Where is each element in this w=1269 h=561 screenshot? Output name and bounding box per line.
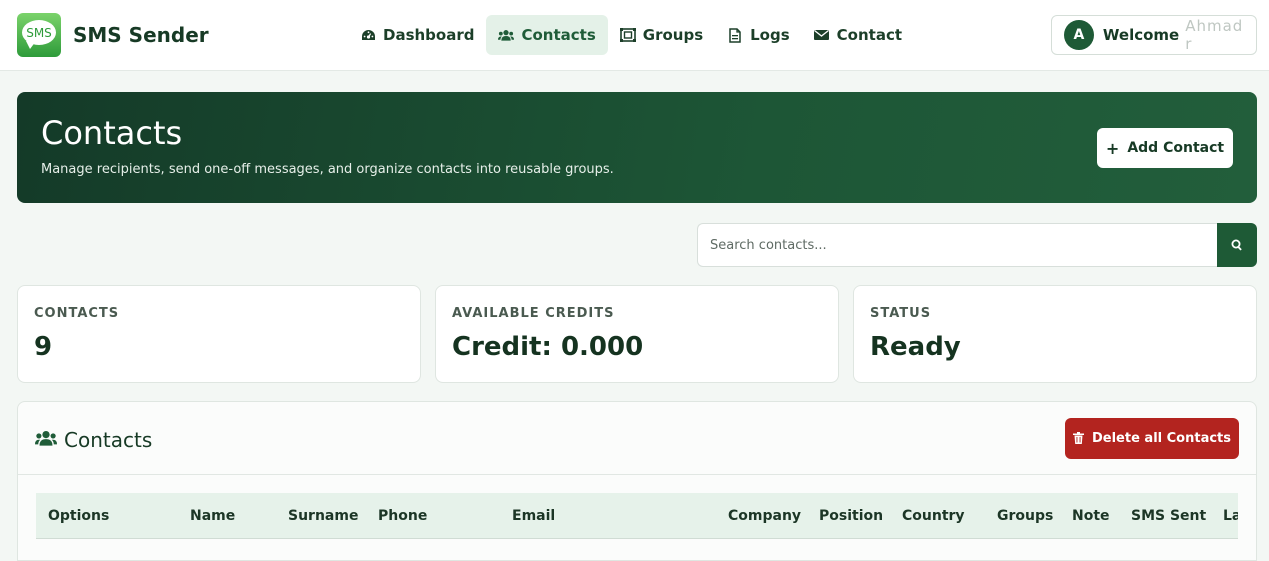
col-sms-sent[interactable]: SMS Sent: [1131, 508, 1206, 524]
add-contact-button[interactable]: + Add Contact: [1097, 128, 1233, 168]
file-icon: [727, 27, 743, 43]
nav-label: Contacts: [521, 26, 596, 44]
stat-value: Ready: [870, 332, 961, 362]
users-icon: [498, 27, 515, 43]
nav-item-dashboard[interactable]: Dashboard: [348, 15, 486, 55]
avatar: A: [1064, 20, 1094, 50]
search-input[interactable]: [697, 223, 1217, 267]
plus-icon: +: [1105, 138, 1120, 158]
stat-label: STATUS: [870, 306, 932, 321]
users-icon: [35, 430, 57, 450]
col-name[interactable]: Name: [190, 508, 235, 524]
search-button[interactable]: [1217, 223, 1257, 267]
contacts-panel: Contacts Delete all Contacts Options Nam…: [17, 401, 1257, 561]
nav-label: Dashboard: [383, 26, 475, 44]
nav-item-contacts[interactable]: Contacts: [486, 15, 608, 55]
nav-item-groups[interactable]: Groups: [608, 15, 715, 55]
col-position[interactable]: Position: [819, 508, 883, 524]
user-name: Ahmad r: [1185, 17, 1244, 53]
panel-title-text: Contacts: [64, 428, 153, 452]
brand[interactable]: SMS SMS Sender: [17, 13, 209, 57]
col-email[interactable]: Email: [512, 508, 555, 524]
nav-label: Contact: [836, 26, 903, 44]
stat-value: 9: [34, 332, 53, 362]
stat-label: AVAILABLE CREDITS: [452, 306, 615, 321]
col-note[interactable]: Note: [1072, 508, 1110, 524]
nav-label: Logs: [750, 26, 790, 44]
stat-card-contacts: CONTACTS 9: [17, 285, 421, 383]
nav-item-logs[interactable]: Logs: [715, 15, 802, 55]
col-company[interactable]: Company: [728, 508, 801, 524]
page-title: Contacts: [41, 114, 183, 152]
col-phone[interactable]: Phone: [378, 508, 427, 524]
groups-icon: [619, 27, 636, 43]
search-icon: [1231, 236, 1243, 255]
page-subtitle: Manage recipients, send one-off messages…: [41, 162, 614, 177]
sms-logo-icon: SMS: [17, 13, 61, 57]
brand-name: SMS Sender: [73, 23, 209, 47]
welcome-label: Welcome: [1102, 26, 1180, 44]
stat-card-status: STATUS Ready: [853, 285, 1257, 383]
col-groups[interactable]: Groups: [997, 508, 1053, 524]
panel-header: Contacts Delete all Contacts: [18, 402, 1256, 475]
nav-item-contact[interactable]: Contact: [802, 15, 914, 55]
main-nav: Dashboard Contacts Groups Logs Contact: [348, 15, 914, 55]
page-header-banner: Contacts Manage recipients, send one-off…: [17, 92, 1257, 203]
stat-card-credits: AVAILABLE CREDITS Credit: 0.000: [435, 285, 839, 383]
nav-label: Groups: [642, 26, 704, 44]
contacts-table-header: Options Name Surname Phone Email Company…: [36, 493, 1238, 539]
dashboard-icon: [360, 27, 376, 43]
top-navbar: SMS SMS Sender Dashboard Contacts Groups: [0, 0, 1269, 71]
col-last[interactable]: La: [1223, 508, 1238, 524]
panel-title: Contacts: [35, 428, 152, 452]
delete-all-contacts-button[interactable]: Delete all Contacts: [1065, 418, 1239, 459]
trash-icon: [1072, 432, 1085, 445]
stat-value: Credit: 0.000: [452, 332, 644, 362]
delete-all-label: Delete all Contacts: [1091, 431, 1232, 446]
col-surname[interactable]: Surname: [288, 508, 358, 524]
envelope-icon: [814, 27, 830, 43]
stat-label: CONTACTS: [34, 306, 120, 321]
col-options[interactable]: Options: [48, 508, 109, 524]
user-menu-button[interactable]: A Welcome Ahmad r: [1051, 15, 1257, 55]
add-contact-label: Add Contact: [1127, 140, 1225, 156]
col-country[interactable]: Country: [902, 508, 965, 524]
